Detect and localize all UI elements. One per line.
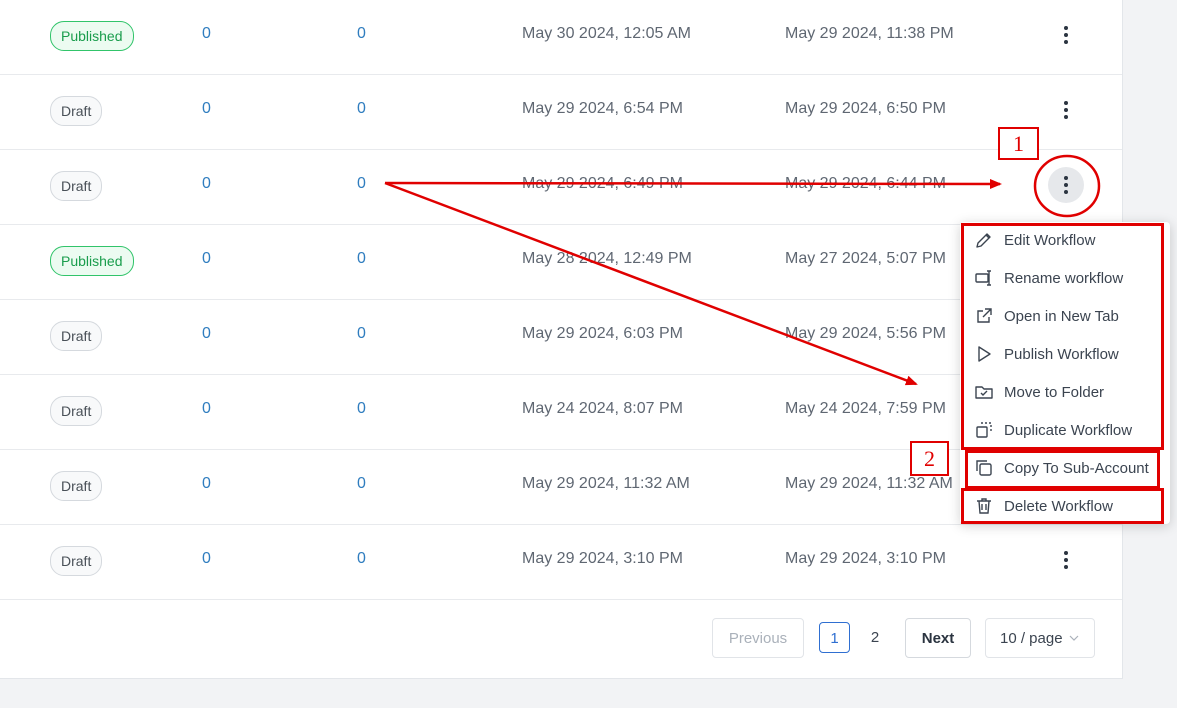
count-b-cell[interactable]: 0 [357,475,366,493]
updated-date-cell: May 29 2024, 6:03 PM [522,325,683,342]
more-actions-button[interactable] [1048,92,1084,128]
count-a-cell[interactable]: 0 [202,250,211,268]
status-badge: Draft [50,171,103,201]
created-date-cell: May 29 2024, 5:56 PM [785,325,946,342]
table-row: Draft 0 0 May 29 2024, 6:54 PM May 29 2024, … [0,74,1122,150]
page-size-select[interactable]: 10 / page [985,618,1095,658]
status-badge: Published [50,21,134,51]
table-row: Draft 0 0 May 29 2024, 3:10 PM May 29 2024, … [0,524,1122,600]
table-row: Published 0 0 May 30 2024, 12:05 AM May 29 2… [0,0,1122,75]
updated-date-cell: May 30 2024, 12:05 AM [522,25,691,42]
count-b-cell[interactable]: 0 [357,550,366,568]
count-a-cell[interactable]: 0 [202,550,211,568]
kebab-icon [1064,26,1068,44]
created-date-cell: May 29 2024, 11:32 AM [785,475,953,492]
count-b-cell[interactable]: 0 [357,325,366,343]
updated-date-cell: May 29 2024, 11:32 AM [522,475,690,492]
created-date-cell: May 24 2024, 7:59 PM [785,400,946,417]
table-row: Draft 0 0 May 29 2024, 6:49 PM May 29 2024, … [0,149,1122,225]
page-1-button[interactable]: 1 [819,622,850,653]
count-a-cell[interactable]: 0 [202,175,211,193]
count-b-cell[interactable]: 0 [357,100,366,118]
count-b-cell[interactable]: 0 [357,175,366,193]
status-badge: Draft [50,396,103,426]
more-actions-button[interactable] [1048,542,1084,578]
updated-date-cell: May 24 2024, 8:07 PM [522,400,683,417]
updated-date-cell: May 28 2024, 12:49 PM [522,250,692,267]
count-b-cell[interactable]: 0 [357,250,366,268]
status-badge: Draft [50,546,103,576]
workflows-table: Published 0 0 May 30 2024, 12:05 AM May 29 2… [0,0,1123,679]
annotation-box-menu-top [961,223,1164,450]
status-badge: Draft [50,96,103,126]
more-actions-button[interactable] [1048,167,1084,203]
status-badge: Draft [50,321,103,351]
kebab-icon [1064,101,1068,119]
count-a-cell[interactable]: 0 [202,100,211,118]
table-row: Published 0 0 May 28 2024, 12:49 PM May 27 2… [0,224,1122,300]
created-date-cell: May 27 2024, 5:07 PM [785,250,946,267]
table-row: Draft 0 0 May 29 2024, 11:32 AM May 29 2024,… [0,449,1122,525]
page-size-value: 10 / page [1000,630,1063,647]
count-b-cell[interactable]: 0 [357,400,366,418]
count-a-cell[interactable]: 0 [202,25,211,43]
annotation-label-1: 1 [998,127,1039,160]
updated-date-cell: May 29 2024, 3:10 PM [522,550,683,567]
page-2-button[interactable]: 2 [862,618,888,658]
count-b-cell[interactable]: 0 [357,25,366,43]
annotation-box-copy [965,450,1160,489]
previous-page-button[interactable]: Previous [712,618,804,658]
annotation-label-2: 2 [910,441,949,476]
table-row: Draft 0 0 May 29 2024, 6:03 PM May 29 2024, … [0,299,1122,375]
annotation-box-delete [961,488,1164,524]
count-a-cell[interactable]: 0 [202,400,211,418]
created-date-cell: May 29 2024, 11:38 PM [785,25,954,42]
chevron-down-icon [1069,635,1079,641]
kebab-icon [1064,176,1068,194]
kebab-icon [1064,551,1068,569]
created-date-cell: May 29 2024, 6:50 PM [785,100,946,117]
created-date-cell: May 29 2024, 3:10 PM [785,550,946,567]
updated-date-cell: May 29 2024, 6:49 PM [522,175,683,192]
count-a-cell[interactable]: 0 [202,475,211,493]
next-page-button[interactable]: Next [905,618,971,658]
count-a-cell[interactable]: 0 [202,325,211,343]
created-date-cell: May 29 2024, 6:44 PM [785,175,946,192]
status-badge: Draft [50,471,103,501]
table-row: Draft 0 0 May 24 2024, 8:07 PM May 24 2024, … [0,374,1122,450]
updated-date-cell: May 29 2024, 6:54 PM [522,100,683,117]
status-badge: Published [50,246,134,276]
more-actions-button[interactable] [1048,17,1084,53]
